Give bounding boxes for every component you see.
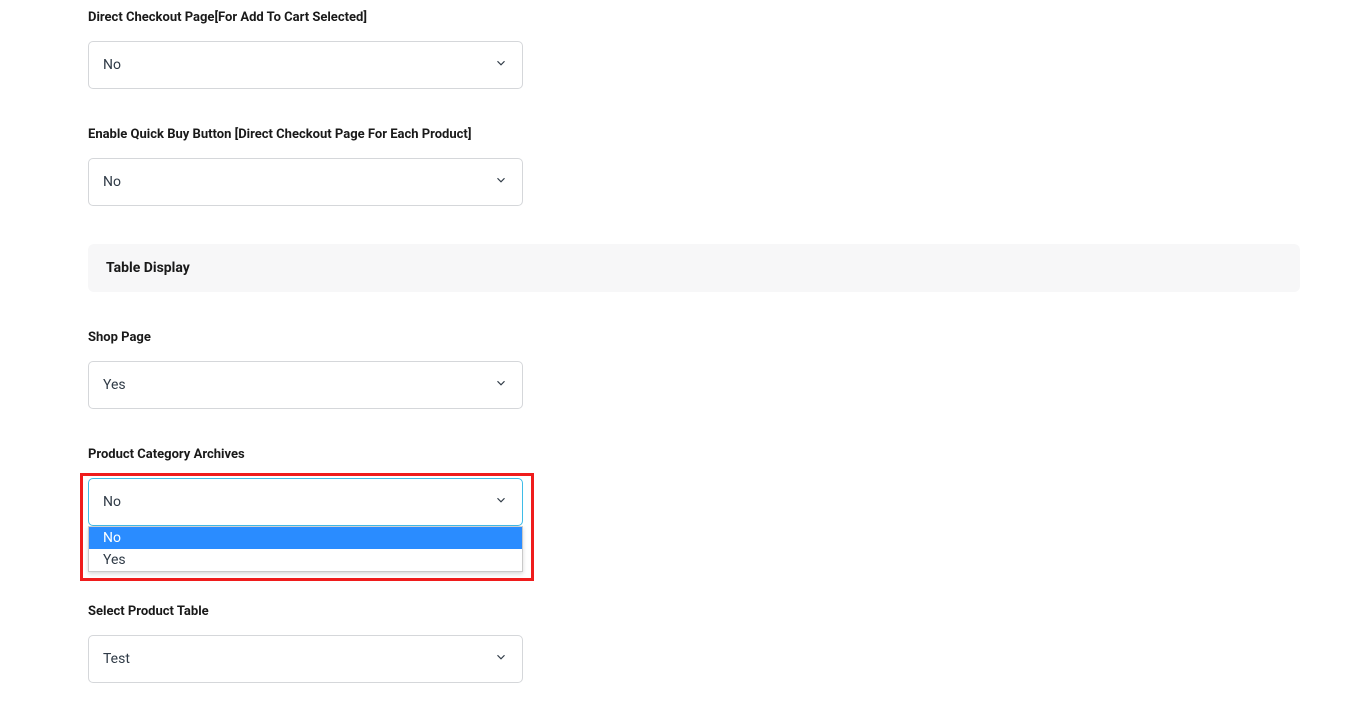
category-archives-label: Product Category Archives xyxy=(88,447,1300,462)
section-table-display: Table Display xyxy=(88,244,1300,292)
direct-checkout-value: No xyxy=(103,57,121,73)
chevron-down-icon xyxy=(494,56,508,74)
quick-buy-select[interactable]: No xyxy=(88,158,523,206)
field-category-archives: Product Category Archives No No Yes xyxy=(88,447,1300,526)
dropdown-option-yes[interactable]: Yes xyxy=(89,549,522,571)
direct-checkout-select[interactable]: No xyxy=(88,41,523,89)
chevron-down-icon xyxy=(494,650,508,668)
chevron-down-icon xyxy=(494,376,508,394)
quick-buy-label: Enable Quick Buy Button [Direct Checkout… xyxy=(88,127,1300,142)
category-archives-dropdown: No Yes xyxy=(88,526,523,572)
chevron-down-icon xyxy=(494,493,508,511)
direct-checkout-label: Direct Checkout Page[For Add To Cart Sel… xyxy=(88,10,1300,25)
field-quick-buy: Enable Quick Buy Button [Direct Checkout… xyxy=(88,127,1300,206)
quick-buy-value: No xyxy=(103,174,121,190)
dropdown-option-no[interactable]: No xyxy=(89,527,522,549)
category-archives-value: No xyxy=(103,494,121,510)
shop-page-label: Shop Page xyxy=(88,330,1300,345)
shop-page-value: Yes xyxy=(103,377,126,393)
select-product-table-label: Select Product Table xyxy=(88,604,1300,619)
field-shop-page: Shop Page Yes xyxy=(88,330,1300,409)
field-direct-checkout: Direct Checkout Page[For Add To Cart Sel… xyxy=(88,10,1300,89)
chevron-down-icon xyxy=(494,173,508,191)
select-product-table-select[interactable]: Test xyxy=(88,635,523,683)
select-product-table-value: Test xyxy=(103,651,130,667)
category-archives-select[interactable]: No xyxy=(88,478,523,526)
shop-page-select[interactable]: Yes xyxy=(88,361,523,409)
field-select-product-table: Select Product Table Test xyxy=(88,604,1300,683)
